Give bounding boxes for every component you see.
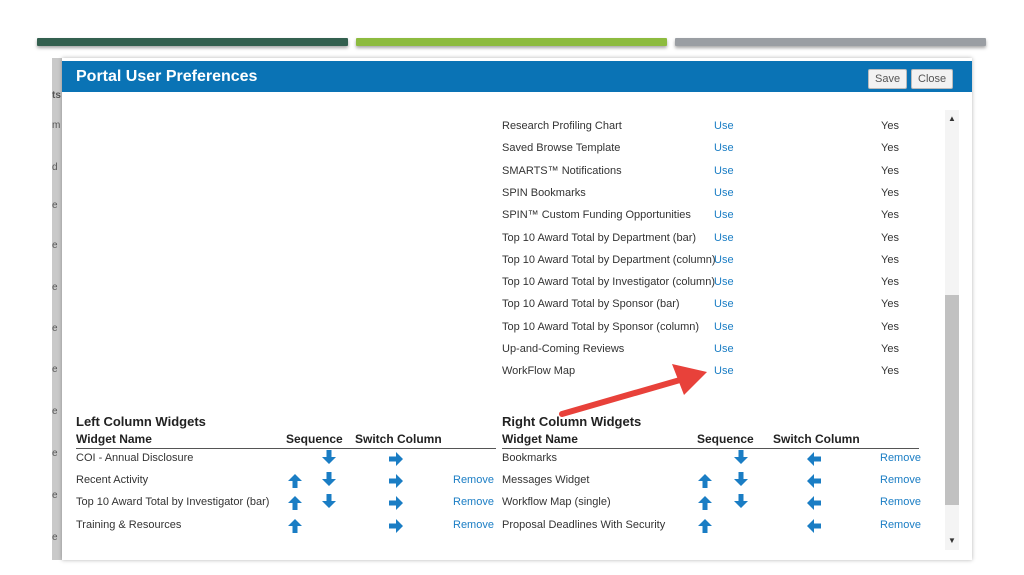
annotation-arrow-icon xyxy=(559,364,707,417)
